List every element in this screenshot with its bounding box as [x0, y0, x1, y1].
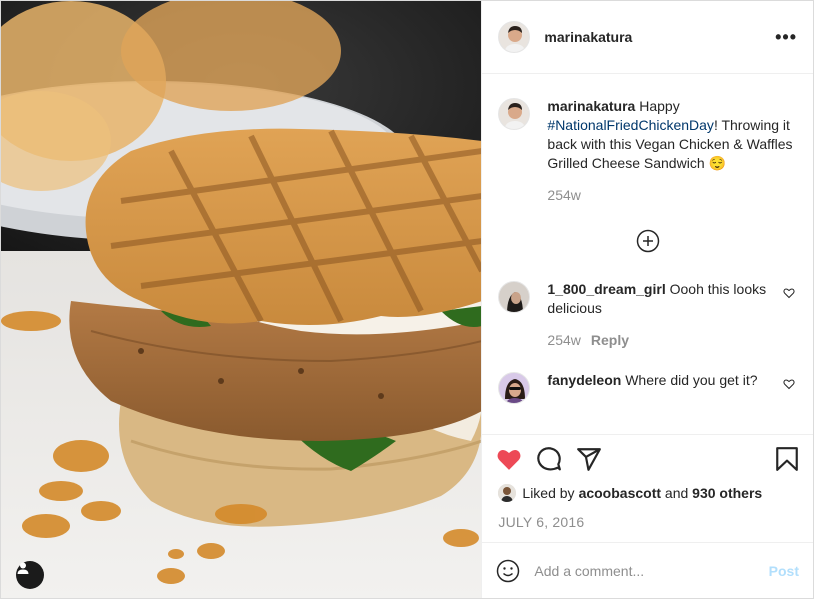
caption-body: marinakatura Happy #NationalFriedChicken… — [547, 88, 797, 205]
sandwich-photo-illustration — [1, 1, 482, 598]
post-side-panel: marinakatura ••• marinakatura Happy #Nat… — [481, 1, 813, 598]
caption-author-avatar[interactable] — [498, 98, 531, 130]
commenter-avatar[interactable] — [498, 372, 531, 404]
more-horizontal-icon[interactable]: ••• — [775, 27, 797, 48]
comment-row: 1_800_dream_girl Oooh this looks delicio… — [498, 271, 797, 350]
person-avatar-image — [499, 99, 530, 129]
comment-text: Where did you get it? — [621, 372, 758, 388]
comment-username[interactable]: 1_800_dream_girl — [547, 281, 665, 297]
comment-like-button[interactable] — [781, 362, 797, 390]
caption-text-before: Happy — [635, 98, 680, 114]
person-avatar-image — [499, 282, 530, 312]
comment-row: fanydeleon Where did you get it? — [498, 362, 797, 404]
comment-icon[interactable] — [536, 446, 562, 472]
likes-count[interactable]: 930 others — [692, 485, 762, 501]
likes-summary: Liked by acoobascott and 930 others — [496, 484, 799, 502]
load-more-comments — [498, 229, 797, 253]
likes-user[interactable]: acoobascott — [579, 485, 661, 501]
plus-circle-icon[interactable] — [636, 229, 660, 253]
comments-section: marinakatura Happy #NationalFriedChicken… — [482, 74, 813, 434]
caption-row: marinakatura Happy #NationalFriedChicken… — [498, 88, 797, 205]
tagged-users-button[interactable] — [16, 561, 44, 589]
post-photo[interactable] — [1, 1, 482, 598]
share-send-icon[interactable] — [576, 446, 602, 472]
caption-username[interactable]: marinakatura — [547, 98, 635, 114]
user-icon — [17, 562, 29, 574]
caption-hashtag[interactable]: #NationalFriedChickenDay — [547, 117, 714, 133]
comment-body: 1_800_dream_girl Oooh this looks delicio… — [547, 271, 781, 350]
post-date[interactable]: JULY 6, 2016 — [496, 514, 799, 530]
liker-avatar[interactable] — [498, 484, 517, 502]
post-comment-button[interactable]: Post — [769, 563, 799, 579]
likes-middle: and — [661, 485, 693, 501]
post-header: marinakatura ••• — [482, 1, 813, 74]
person-avatar-image — [499, 22, 530, 52]
instagram-post: marinakatura ••• marinakatura Happy #Nat… — [0, 0, 814, 599]
heart-outline-icon — [783, 288, 795, 299]
comment-age[interactable]: 254w — [547, 332, 580, 348]
comment-username[interactable]: fanydeleon — [547, 372, 621, 388]
caption-meta: 254w — [547, 186, 797, 205]
comment-meta: 254w Reply — [547, 331, 781, 350]
action-icon-row — [496, 444, 799, 474]
commenter-avatar[interactable] — [498, 281, 531, 313]
person-avatar-image — [498, 484, 517, 502]
bookmark-icon[interactable] — [775, 446, 799, 472]
emoji-icon[interactable] — [496, 559, 520, 583]
person-avatar-image — [499, 373, 530, 403]
add-comment-bar: Post — [482, 542, 813, 598]
author-username[interactable]: marinakatura — [544, 29, 775, 45]
comment-body: fanydeleon Where did you get it? — [547, 362, 781, 390]
add-comment-input[interactable] — [534, 562, 769, 579]
likes-prefix: Liked by — [522, 485, 575, 501]
caption-age[interactable]: 254w — [547, 187, 580, 203]
post-actions: Liked by acoobascott and 930 others JULY… — [482, 434, 813, 542]
author-avatar[interactable] — [498, 21, 531, 53]
heart-outline-icon — [783, 379, 795, 390]
reply-button[interactable]: Reply — [591, 332, 629, 348]
heart-filled-icon[interactable] — [496, 447, 522, 471]
comment-like-button[interactable] — [781, 271, 797, 299]
